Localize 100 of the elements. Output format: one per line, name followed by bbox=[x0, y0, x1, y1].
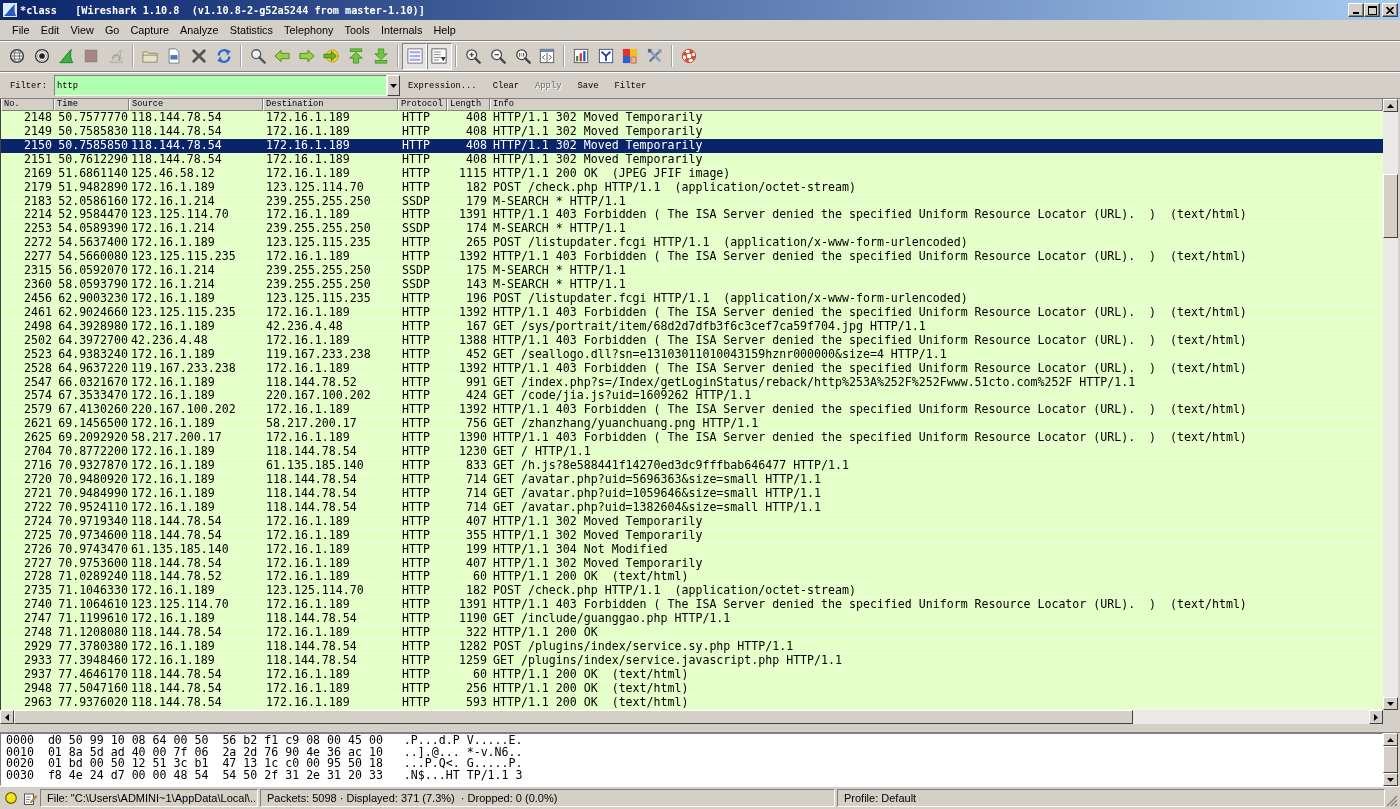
menu-item[interactable]: Go bbox=[99, 23, 125, 37]
auto-scroll-button[interactable] bbox=[427, 42, 452, 70]
maximize-button[interactable] bbox=[1364, 3, 1380, 17]
expression-button[interactable]: Expression... bbox=[400, 75, 485, 96]
destination-address: 118.144.78.54 bbox=[265, 612, 358, 627]
packet-row[interactable]: 2621 69.1456500 172.16.1.189 58.217.200.17 HTTP 756 GET /zhanzhang/yuanchuang.png HTTP/1.1 bbox=[1, 417, 1383, 432]
menu-item[interactable]: View bbox=[64, 23, 100, 37]
scroll-left-button[interactable] bbox=[0, 710, 14, 724]
menu-item[interactable]: Help bbox=[427, 23, 462, 37]
packet-length: 1392 bbox=[458, 403, 488, 418]
source-address: 172.16.1.189 bbox=[130, 292, 216, 306]
packet-row[interactable]: 2929 77.3780380 172.16.1.189 118.144.78.54 HTTP 1282 POST /plugins/index/service.sy.php HTTP/1.1 bbox=[1, 640, 1383, 654]
packet-info: GET /include/guanggao.php HTTP/1.1 bbox=[492, 612, 732, 627]
packet-time: 71.1064610 bbox=[57, 598, 129, 613]
packet-info: POST /plugins/index/service.sy.php HTTP/1.1 bbox=[492, 640, 795, 654]
hex-ascii: .P...d.P V.....E. bbox=[403, 735, 523, 747]
packet-length: 408 bbox=[465, 111, 488, 125]
packet-info: HTTP/1.1 403 Forbidden ( The ISA Server denied the specified Uniform Resource Locator (URL). ) (text/html) bbox=[492, 250, 1248, 265]
packet-row[interactable]: 2748 71.1208080 118.144.78.54 172.16.1.189 HTTP 322 HTTP/1.1 200 OK bbox=[1, 626, 1383, 641]
arrow-to-bottom-icon bbox=[372, 48, 389, 64]
packet-length: 714 bbox=[465, 500, 488, 515]
scroll-up-button[interactable] bbox=[1383, 733, 1398, 746]
status-circle-icon[interactable] bbox=[5, 792, 17, 804]
horizontal-scrollbar[interactable] bbox=[0, 710, 1383, 724]
close-button[interactable] bbox=[1382, 3, 1398, 17]
menu-item[interactable]: Edit bbox=[35, 23, 65, 37]
scrollbar-thumb[interactable] bbox=[1383, 174, 1398, 238]
protocol-name: SSDP bbox=[401, 278, 431, 292]
up-triangle-icon bbox=[1387, 737, 1394, 742]
source-address: 172.16.1.189 bbox=[130, 389, 216, 404]
packet-row[interactable]: 2272 54.5637400 172.16.1.189 123.125.115.235 HTTP 265 POST /listupdater.fcgi HTTP/1.1 (application/x-www-form-urlencoded) bbox=[1, 236, 1383, 251]
profile-status[interactable]: Profile: Default bbox=[837, 789, 1385, 807]
menu-item[interactable]: Analyze bbox=[174, 23, 225, 37]
packet-row[interactable]: 2579 67.4130260 220.167.100.202 172.16.1.189 HTTP 1392 HTTP/1.1 403 Forbidden ( The ISA Server denied the specified Uniform Resource Locator (URL). ) (text/html) bbox=[1, 403, 1383, 418]
protocol-name: HTTP bbox=[401, 333, 431, 348]
packet-length: 991 bbox=[465, 375, 488, 390]
packet-time: 70.9743470 bbox=[57, 542, 129, 557]
bar-chart-icon bbox=[573, 48, 590, 64]
destination-address: 118.144.78.54 bbox=[265, 500, 358, 515]
destination-address: 61.135.185.140 bbox=[265, 459, 365, 473]
packet-row[interactable]: 2360 58.0593790 172.16.1.214 239.255.255.250 SSDP 143 M-SEARCH * HTTP/1.1 bbox=[1, 278, 1383, 292]
destination-address: 172.16.1.189 bbox=[265, 305, 351, 320]
destination-address: 172.16.1.189 bbox=[265, 570, 351, 585]
resize-grip-icon[interactable] bbox=[1386, 795, 1398, 807]
packet-row[interactable]: 2740 71.1064610 123.125.114.70 172.16.1.189 HTTP 1391 HTTP/1.1 403 Forbidden ( The ISA Server denied the specified Uniform Resource Locator (URL). ) (text/html) bbox=[1, 598, 1383, 613]
packet-row[interactable]: 2625 69.2092920 58.217.200.17 172.16.1.189 HTTP 1390 HTTP/1.1 403 Forbidden ( The ISA Server denied the specified Uniform Resource Locator (URL). ) (text/html) bbox=[1, 431, 1383, 446]
packet-row[interactable]: 2214 52.9584470 123.125.114.70 172.16.1.189 HTTP 1391 HTTP/1.1 403 Forbidden ( The ISA Server denied the specified Uniform Resource Locator (URL). ) (text/html) bbox=[1, 208, 1383, 223]
packet-row[interactable]: 2148 50.7577770 118.144.78.54 172.16.1.189 HTTP 408 HTTP/1.1 302 Moved Temporarily bbox=[1, 111, 1383, 125]
pencil-note-icon[interactable] bbox=[24, 791, 37, 805]
packet-number: 2747 bbox=[23, 612, 53, 627]
packet-row[interactable]: 2735 71.1046330 172.16.1.189 123.125.114.70 HTTP 182 POST /check.php HTTP/1.1 (application/octet-stream) bbox=[1, 584, 1383, 599]
packet-length: 256 bbox=[465, 681, 488, 696]
source-address: 172.16.1.214 bbox=[130, 278, 216, 292]
packet-info: GET /avatar.php?uid=1382604&size=small HTTP/1.1 bbox=[492, 500, 823, 515]
packet-info: HTTP/1.1 403 Forbidden ( The ISA Server denied the specified Uniform Resource Locator (URL). ) (text/html) bbox=[492, 361, 1248, 376]
scroll-down-button[interactable] bbox=[1383, 773, 1398, 786]
colorize-button[interactable] bbox=[402, 42, 427, 70]
scroll-up-button[interactable] bbox=[1383, 99, 1398, 112]
menu-item[interactable]: Internals bbox=[375, 23, 428, 37]
menu-item[interactable]: Capture bbox=[124, 23, 175, 37]
save-button[interactable]: Save bbox=[569, 75, 607, 96]
packet-length: 714 bbox=[465, 486, 488, 501]
minimize-button[interactable] bbox=[1348, 3, 1364, 17]
clear-button[interactable]: Clear bbox=[484, 75, 528, 96]
vertical-scrollbar[interactable] bbox=[1383, 733, 1398, 786]
packet-row[interactable]: 2277 54.5660080 123.125.115.235 172.16.1.189 HTTP 1392 HTTP/1.1 403 Forbidden ( The ISA Server denied the specified Uniform Resource Locator (URL). ) (text/html) bbox=[1, 250, 1383, 265]
packet-row[interactable]: 2315 56.0592070 172.16.1.214 239.255.255.250 SSDP 175 M-SEARCH * HTTP/1.1 bbox=[1, 264, 1383, 279]
packet-info: HTTP/1.1 302 Moved Temporarily bbox=[492, 514, 703, 529]
source-address: 58.217.200.17 bbox=[130, 431, 223, 446]
filter-button[interactable]: Filter bbox=[606, 75, 655, 96]
packet-time: 66.0321670 bbox=[57, 375, 129, 390]
packet-row[interactable]: 2728 71.0289240 118.144.78.52 172.16.1.189 HTTP 60 HTTP/1.1 200 OK (text/html) bbox=[1, 570, 1383, 585]
menu-item[interactable]: Telephony bbox=[278, 23, 339, 37]
filter-dropdown-button[interactable] bbox=[387, 75, 400, 96]
packet-row[interactable]: 2747 71.1199610 172.16.1.189 118.144.78.54 HTTP 1190 GET /include/guanggao.php HTTP/1.1 bbox=[1, 612, 1383, 627]
packet-info: HTTP/1.1 200 OK (text/html) bbox=[492, 570, 689, 585]
vertical-scrollbar[interactable] bbox=[1383, 99, 1398, 710]
right-triangle-icon bbox=[1374, 713, 1378, 721]
menu-item[interactable]: Tools bbox=[338, 23, 376, 37]
scroll-right-button[interactable] bbox=[1369, 710, 1383, 724]
packet-row[interactable]: 2574 67.3533470 172.16.1.189 220.167.100.202 HTTP 424 GET /code/jia.js?uid=1609262 HTTP/1.1 bbox=[1, 389, 1383, 404]
source-address: 172.16.1.189 bbox=[130, 347, 216, 362]
packet-number: 2183 bbox=[23, 194, 53, 209]
scroll-down-button[interactable] bbox=[1383, 697, 1398, 710]
menu-item[interactable]: Statistics bbox=[224, 23, 279, 37]
source-address: 220.167.100.202 bbox=[130, 403, 237, 418]
menu-item[interactable]: File bbox=[6, 23, 36, 37]
destination-address: 123.125.115.235 bbox=[265, 292, 372, 306]
packet-row[interactable]: 2716 70.9327870 172.16.1.189 61.135.185.140 HTTP 833 GET /h.js?8e588441f14270ed3dc9fffbab646477 HTTP/1.1 bbox=[1, 459, 1383, 473]
packet-time: 70.9480920 bbox=[57, 472, 129, 487]
packet-row[interactable]: 2253 54.0589390 172.16.1.214 239.255.255.250 SSDP 174 M-SEARCH * HTTP/1.1 bbox=[1, 222, 1383, 237]
source-address: 172.16.1.214 bbox=[130, 194, 216, 209]
document-icon bbox=[166, 48, 183, 64]
protocol-name: HTTP bbox=[401, 361, 431, 376]
arrow-to-top-icon bbox=[348, 48, 364, 64]
filter-field[interactable]: http bbox=[54, 75, 387, 96]
scrollbar-thumb[interactable] bbox=[1383, 746, 1398, 773]
packet-length: 167 bbox=[465, 319, 488, 334]
scrollbar-thumb[interactable] bbox=[14, 710, 1134, 724]
packet-row[interactable]: 2704 70.8772200 172.16.1.189 118.144.78.54 HTTP 1230 GET / HTTP/1.1 bbox=[1, 445, 1383, 460]
